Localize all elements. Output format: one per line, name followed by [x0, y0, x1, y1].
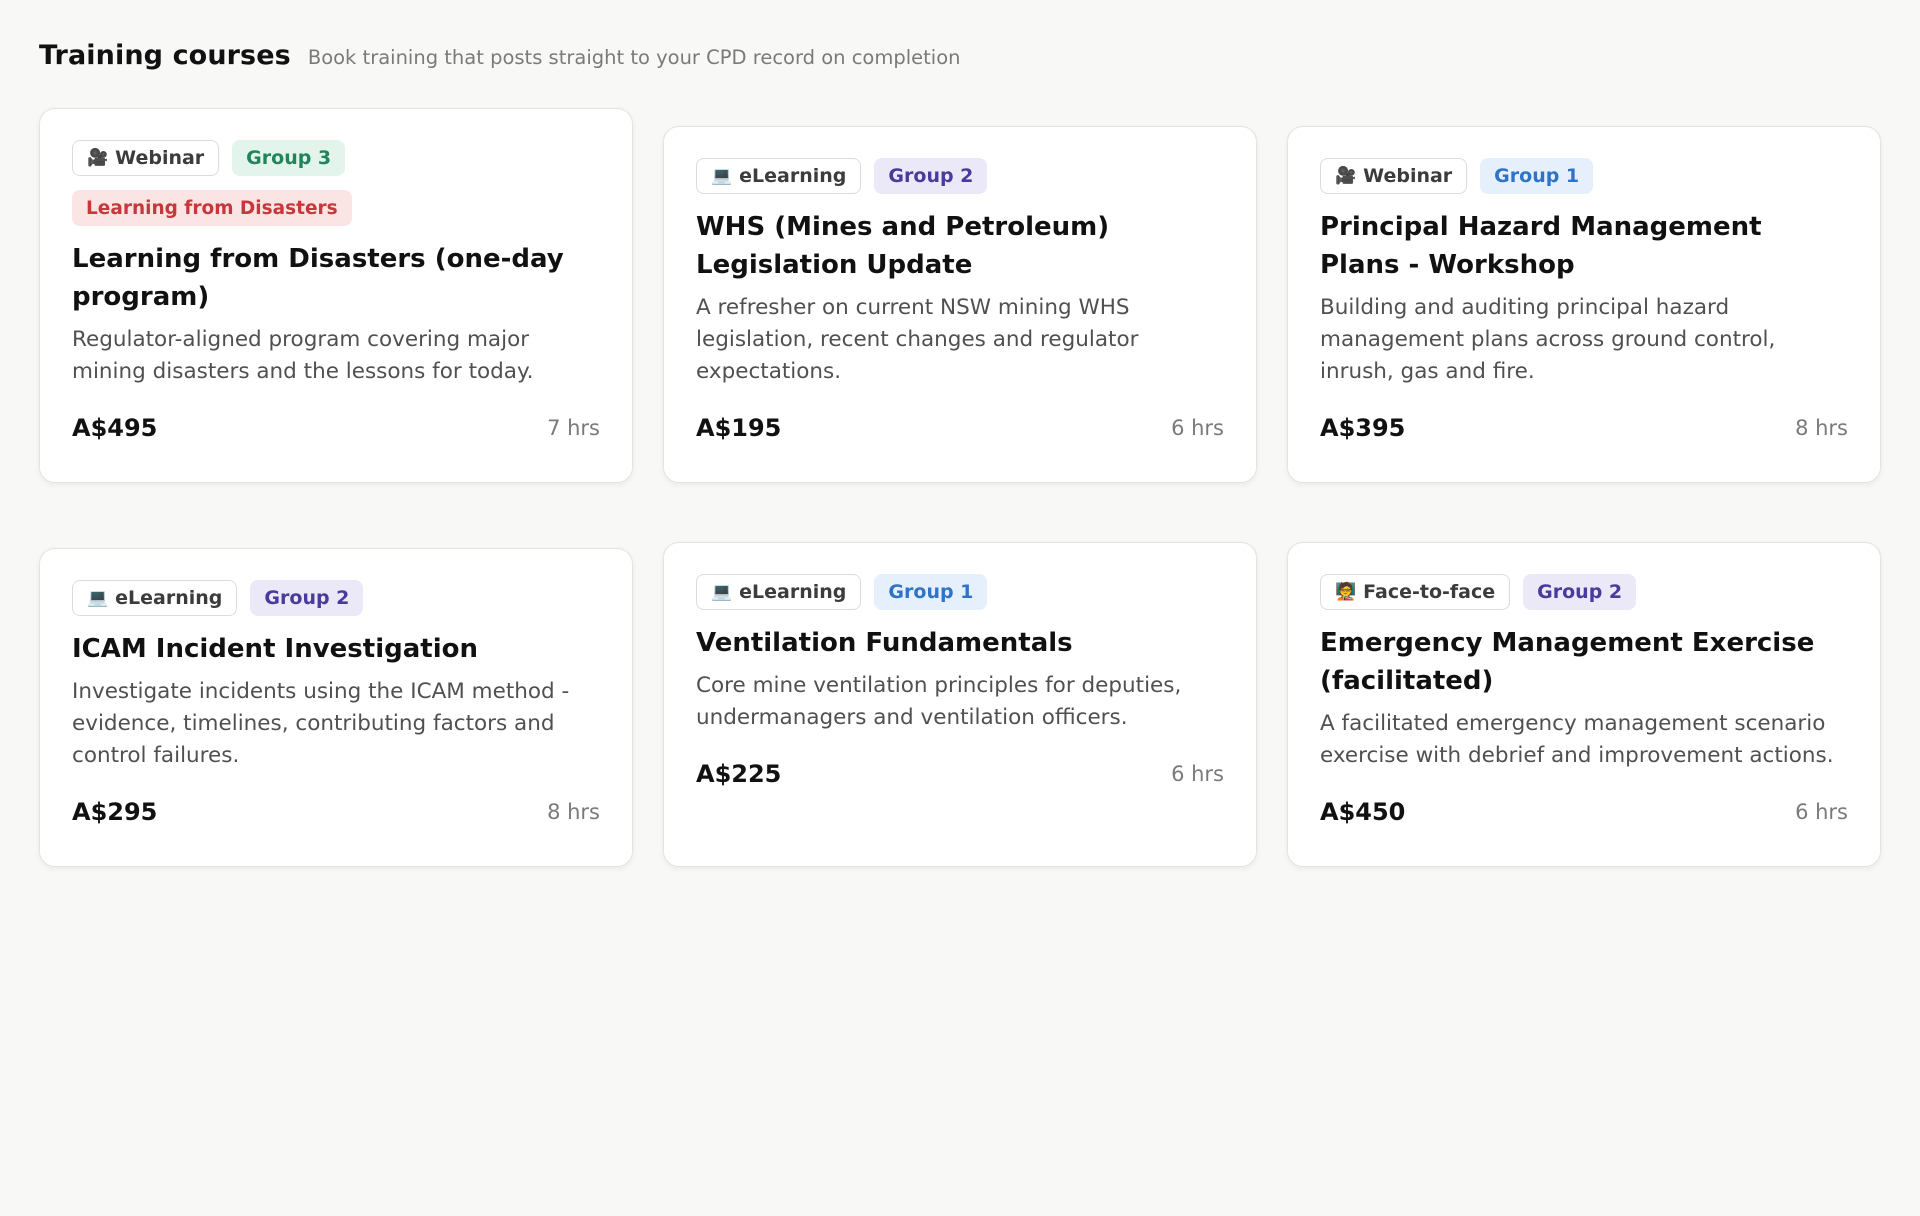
format-label: Webinar: [1363, 165, 1453, 187]
course-footer: A$395 8 hrs: [1320, 408, 1848, 448]
course-price: A$195: [696, 414, 782, 442]
course-footer: A$195 6 hrs: [696, 408, 1224, 448]
course-description: Investigate incidents using the ICAM met…: [72, 679, 570, 768]
page-subtitle: Book training that posts straight to you…: [307, 46, 961, 69]
format-tag: 💻 eLearning: [696, 158, 862, 194]
video-camera-icon: 🎥: [87, 147, 109, 168]
course-duration: 6 hrs: [1171, 762, 1224, 786]
course-footer: A$225 6 hrs: [696, 754, 1224, 794]
course-title: Learning from Disasters (one-day program…: [72, 244, 564, 312]
format-label: eLearning: [115, 587, 223, 609]
course-tags: 💻 eLearning Group 1: [696, 574, 1224, 610]
format-label: eLearning: [739, 581, 847, 603]
course-card[interactable]: 🧑‍🏫 Face-to-face Group 2 Emergency Manag…: [1287, 542, 1881, 867]
course-price: A$495: [72, 414, 158, 442]
course-duration: 6 hrs: [1795, 800, 1848, 824]
course-footer: A$295 8 hrs: [72, 792, 600, 832]
format-tag: 💻 eLearning: [696, 574, 862, 610]
course-description: Core mine ventilation principles for dep…: [696, 673, 1182, 730]
video-camera-icon: 🎥: [1335, 165, 1357, 186]
course-tags: 💻 eLearning Group 2: [696, 158, 1224, 194]
format-label: eLearning: [739, 165, 847, 187]
course-title: Ventilation Fundamentals: [696, 628, 1073, 658]
course-grid: 🎥 Webinar Group 3 Learning from Disaster…: [39, 108, 1881, 867]
format-label: Webinar: [115, 147, 205, 169]
course-title: Emergency Management Exercise (facilitat…: [1320, 628, 1815, 696]
group-tag: Group 1: [874, 574, 988, 610]
course-price: A$395: [1320, 414, 1406, 442]
course-duration: 7 hrs: [547, 416, 600, 440]
course-duration: 8 hrs: [1795, 416, 1848, 440]
training-courses-page: Training courses Book training that post…: [0, 0, 1920, 1216]
course-price: A$225: [696, 760, 782, 788]
course-card[interactable]: 💻 eLearning Group 1 Ventilation Fundamen…: [663, 542, 1257, 867]
course-footer: A$450 6 hrs: [1320, 792, 1848, 832]
course-description: Building and auditing principal hazard m…: [1320, 295, 1776, 384]
group-tag: Group 2: [874, 158, 988, 194]
format-tag: 🧑‍🏫 Face-to-face: [1320, 574, 1511, 610]
course-title: ICAM Incident Investigation: [72, 634, 478, 664]
course-price: A$295: [72, 798, 158, 826]
laptop-icon: 💻: [711, 581, 733, 602]
course-card[interactable]: 💻 eLearning Group 2 ICAM Incident Invest…: [39, 548, 633, 867]
course-footer: A$495 7 hrs: [72, 408, 600, 448]
page-title: Training courses: [39, 40, 291, 71]
format-tag: 🎥 Webinar: [1320, 158, 1468, 194]
course-duration: 6 hrs: [1171, 416, 1224, 440]
program-tag: Learning from Disasters: [72, 190, 352, 226]
laptop-icon: 💻: [711, 165, 733, 186]
group-tag: Group 2: [1523, 574, 1637, 610]
course-card[interactable]: 🎥 Webinar Group 3 Learning from Disaster…: [39, 108, 633, 483]
course-description: A facilitated emergency management scena…: [1320, 711, 1834, 768]
course-tags: 💻 eLearning Group 2: [72, 580, 600, 616]
course-description: Regulator-aligned program covering major…: [72, 327, 534, 384]
page-header: Training courses Book training that post…: [39, 40, 1881, 74]
format-tag: 💻 eLearning: [72, 580, 238, 616]
course-title: WHS (Mines and Petroleum) Legislation Up…: [696, 212, 1110, 280]
course-title: Principal Hazard Management Plans - Work…: [1320, 212, 1762, 280]
course-duration: 8 hrs: [547, 800, 600, 824]
course-card[interactable]: 💻 eLearning Group 2 WHS (Mines and Petro…: [663, 126, 1257, 483]
course-price: A$450: [1320, 798, 1406, 826]
course-tags: 🧑‍🏫 Face-to-face Group 2: [1320, 574, 1848, 610]
format-tag: 🎥 Webinar: [72, 140, 220, 176]
group-tag: Group 3: [232, 140, 346, 176]
group-tag: Group 2: [250, 580, 364, 616]
group-tag: Group 1: [1480, 158, 1594, 194]
course-description: A refresher on current NSW mining WHS le…: [696, 295, 1139, 384]
course-tags: 🎥 Webinar Group 3: [72, 140, 600, 176]
teacher-icon: 🧑‍🏫: [1335, 581, 1357, 602]
format-label: Face-to-face: [1363, 581, 1496, 603]
course-card[interactable]: 🎥 Webinar Group 1 Principal Hazard Manag…: [1287, 126, 1881, 483]
laptop-icon: 💻: [87, 587, 109, 608]
course-tags: 🎥 Webinar Group 1: [1320, 158, 1848, 194]
